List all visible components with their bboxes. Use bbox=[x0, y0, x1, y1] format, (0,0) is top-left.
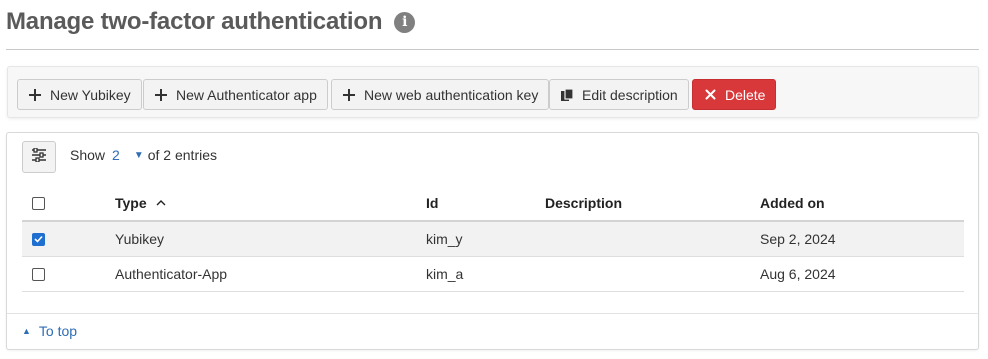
table-row[interactable]: Authenticator-App kim_a Aug 6, 2024 bbox=[22, 257, 964, 292]
row-select-cell bbox=[32, 222, 45, 256]
table-row[interactable]: Yubikey kim_y Sep 2, 2024 bbox=[22, 222, 964, 257]
cell-added-on: Aug 6, 2024 bbox=[760, 266, 836, 282]
column-header-added-on-label: Added on bbox=[760, 195, 825, 211]
delete-button[interactable]: Delete bbox=[692, 79, 777, 110]
entries-panel: Show 2 ▼ of 2 entries Type Id Descriptio… bbox=[6, 132, 979, 350]
cell-id: kim_y bbox=[426, 231, 463, 247]
select-all-cell bbox=[32, 186, 45, 220]
entries-info: Show 2 ▼ of 2 entries bbox=[70, 147, 217, 163]
new-yubikey-label: New Yubikey bbox=[50, 86, 131, 103]
show-label: Show bbox=[70, 147, 106, 163]
sliders-icon bbox=[31, 146, 47, 167]
to-top-label: To top bbox=[38, 323, 78, 339]
row-checkbox[interactable] bbox=[32, 267, 45, 281]
page-header: Manage two-factor authentication i bbox=[6, 8, 416, 36]
delete-label: Delete bbox=[725, 86, 766, 103]
x-icon bbox=[703, 88, 717, 102]
column-header-type[interactable]: Type bbox=[115, 186, 166, 220]
edit-description-label: Edit description bbox=[582, 86, 678, 103]
column-header-description[interactable]: Description bbox=[545, 186, 622, 220]
caret-up-icon: ▲ bbox=[22, 326, 31, 336]
new-authenticator-app-button[interactable]: New Authenticator app bbox=[143, 79, 328, 110]
cell-type: Authenticator-App bbox=[115, 266, 228, 282]
to-top-link[interactable]: ▲ To top bbox=[22, 323, 77, 339]
sort-ascending-icon bbox=[156, 197, 166, 209]
plus-icon bbox=[154, 88, 168, 102]
column-header-type-label: Type bbox=[115, 195, 147, 211]
cell-type: Yubikey bbox=[115, 231, 165, 247]
page-title: Manage two-factor authentication bbox=[6, 8, 383, 35]
footer-divider bbox=[7, 313, 978, 314]
new-yubikey-button[interactable]: New Yubikey bbox=[17, 79, 142, 110]
edit-description-button[interactable]: Edit description bbox=[549, 79, 689, 110]
column-header-description-label: Description bbox=[545, 195, 623, 211]
page-size-select[interactable]: 2 bbox=[112, 147, 120, 163]
column-header-added-on[interactable]: Added on bbox=[760, 186, 825, 220]
select-all-checkbox[interactable] bbox=[32, 196, 45, 210]
toolbar: New Yubikey New Authenticator app New we… bbox=[7, 66, 979, 118]
new-authenticator-app-label: New Authenticator app bbox=[176, 86, 317, 103]
row-checkbox-checked[interactable] bbox=[32, 232, 45, 246]
table-header-row: Type Id Description Added on bbox=[22, 186, 964, 222]
new-web-authentication-key-label: New web authentication key bbox=[364, 86, 539, 103]
cell-id: kim_a bbox=[426, 266, 464, 282]
entries-count: of 2 entries bbox=[147, 147, 217, 163]
new-web-authentication-key-button[interactable]: New web authentication key bbox=[331, 79, 550, 110]
row-select-cell bbox=[32, 257, 45, 291]
title-divider bbox=[6, 49, 979, 50]
chevron-down-icon[interactable]: ▼ bbox=[134, 150, 144, 161]
column-header-id[interactable]: Id bbox=[426, 186, 438, 220]
info-icon[interactable]: i bbox=[394, 11, 416, 33]
column-settings-button[interactable] bbox=[22, 141, 56, 173]
column-header-id-label: Id bbox=[426, 195, 439, 211]
copy-icon bbox=[560, 87, 574, 102]
cell-added-on: Sep 2, 2024 bbox=[760, 231, 836, 247]
plus-icon bbox=[342, 88, 356, 102]
plus-icon bbox=[28, 88, 42, 102]
